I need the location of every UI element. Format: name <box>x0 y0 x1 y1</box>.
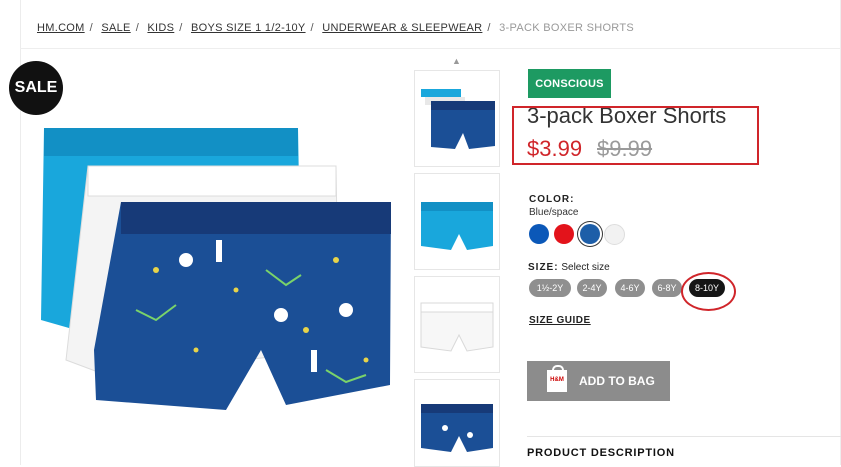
thumbnail-pack[interactable] <box>414 70 500 167</box>
size-option-6-8y[interactable]: 6-8Y <box>652 279 682 297</box>
swatch-red[interactable] <box>554 224 574 244</box>
swatch-blue-space[interactable] <box>580 224 600 244</box>
breadcrumb: HM.COM / SALE / KIDS / BOYS SIZE 1 1/2-10Y /… <box>37 22 635 34</box>
thumbnail-white[interactable] <box>414 276 500 373</box>
divider <box>527 436 841 437</box>
title-price-highlight <box>512 106 759 165</box>
breadcrumb-boys[interactable]: BOYS SIZE 1 1/2-10Y <box>191 22 306 34</box>
color-value: Blue/space <box>529 207 579 218</box>
breadcrumb-sale[interactable]: SALE <box>101 22 130 34</box>
add-to-bag-button[interactable]: H&M ADD TO BAG <box>527 361 670 401</box>
breadcrumb-underwear[interactable]: UNDERWEAR & SLEEPWEAR <box>322 22 482 34</box>
size-label: SIZE: Select size <box>528 262 610 273</box>
main-product-image[interactable] <box>36 120 396 420</box>
breadcrumb-current: 3-PACK BOXER SHORTS <box>499 22 635 34</box>
breadcrumb-kids[interactable]: KIDS <box>147 22 174 34</box>
swatch-white[interactable] <box>604 224 625 245</box>
conscious-tag: CONSCIOUS <box>528 69 611 98</box>
color-label: COLOR: <box>529 194 575 205</box>
shopping-bag-icon: H&M <box>547 365 567 392</box>
add-to-bag-label: ADD TO BAG <box>579 374 655 388</box>
breadcrumb-home[interactable]: HM.COM <box>37 22 85 34</box>
size-heading: SIZE: <box>528 262 559 273</box>
bag-brand: H&M <box>550 377 564 383</box>
thumbnail-cyan[interactable] <box>414 173 500 270</box>
size-guide-link[interactable]: SIZE GUIDE <box>529 315 591 326</box>
size-option-4-6y[interactable]: 4-6Y <box>615 279 645 297</box>
swatch-blue[interactable] <box>529 224 549 244</box>
product-description-heading[interactable]: PRODUCT DESCRIPTION <box>527 447 675 459</box>
size-option-2-4y[interactable]: 2-4Y <box>577 279 607 297</box>
size-highlight-circle <box>681 272 736 311</box>
size-option-1-2y[interactable]: 1½-2Y <box>529 279 571 297</box>
thumbnail-navy[interactable] <box>414 379 500 467</box>
sale-badge: SALE <box>9 61 63 115</box>
thumbnail-scroll-up-icon[interactable]: ▲ <box>452 56 461 66</box>
size-hint: Select size <box>561 262 610 273</box>
divider <box>20 48 841 49</box>
